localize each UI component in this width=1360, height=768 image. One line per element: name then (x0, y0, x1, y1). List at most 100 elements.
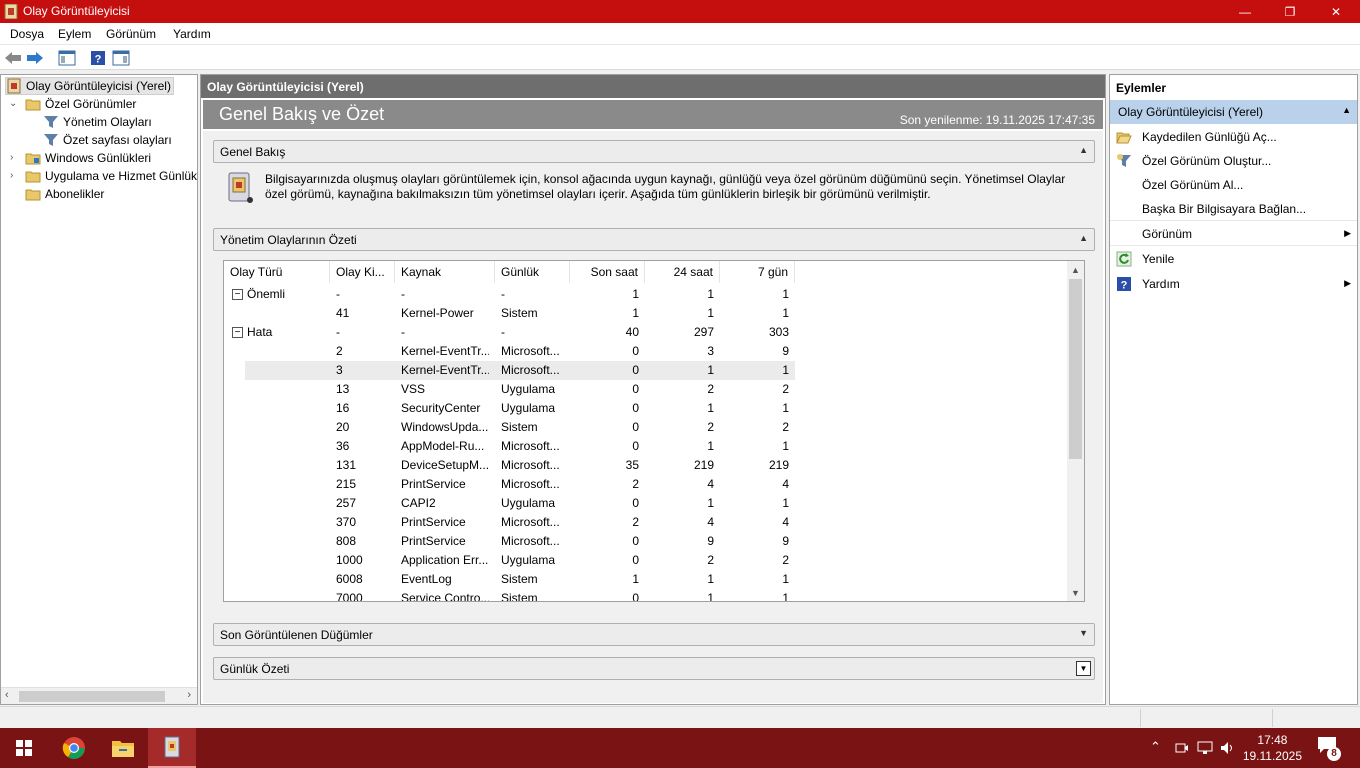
expand-caret-icon[interactable]: ▼ (1079, 628, 1088, 638)
show-tree-button[interactable] (57, 48, 77, 68)
camera-icon[interactable] (1175, 741, 1189, 755)
table-row[interactable]: 370 PrintService Microsoft... 2 4 4 (224, 513, 795, 532)
taskbar-file-explorer[interactable] (99, 728, 147, 768)
table-cell-type (247, 437, 327, 456)
section-title: Yönetim Olaylarının Özeti (220, 232, 357, 247)
tree-item-subscriptions[interactable]: Abonelikler (25, 185, 104, 203)
menu-dosya[interactable]: Dosya (10, 27, 44, 41)
table-cell-source: PrintService (401, 534, 466, 548)
section-title: Genel Bakış (220, 144, 286, 159)
svg-text:?: ? (95, 54, 102, 66)
table-cell-id: 6008 (336, 572, 363, 586)
taskbar-clock[interactable]: 17:48 19.11.2025 (1243, 732, 1302, 764)
action-view-submenu[interactable]: Görünüm ▶ (1110, 222, 1357, 246)
column-header[interactable]: Olay Türü (224, 261, 330, 283)
table-row[interactable]: 6008 EventLog Sistem 1 1 1 (224, 570, 795, 589)
menu-gorunum[interactable]: Görünüm (106, 27, 156, 41)
table-row[interactable]: 257 CAPI2 Uygulama 0 1 1 (224, 494, 795, 513)
action-open-saved-log[interactable]: Kaydedilen Günlüğü Aç... (1110, 125, 1357, 149)
menu-yardim[interactable]: Yardım (173, 27, 211, 41)
collapse-caret-icon[interactable]: ▲ (1342, 105, 1351, 115)
submenu-arrow-icon: ▶ (1344, 228, 1351, 238)
close-button[interactable]: ✕ (1313, 0, 1359, 23)
column-header[interactable]: Son saat (570, 261, 645, 283)
collapse-caret-icon[interactable]: ▲ (1079, 145, 1088, 155)
expand-chevron-icon[interactable]: › (10, 152, 13, 163)
maximize-button[interactable]: ❐ (1267, 0, 1313, 23)
table-cell-id: 7000 (336, 591, 363, 602)
tree-item-summary-events[interactable]: Özet sayfası olayları (43, 131, 172, 149)
volume-icon[interactable] (1220, 741, 1236, 755)
log-summary-section-header[interactable]: Günlük Özeti ▼ (213, 657, 1095, 680)
minimize-button[interactable]: — (1222, 0, 1268, 23)
scroll-right-icon[interactable]: › (187, 689, 191, 701)
scroll-thumb[interactable] (1069, 279, 1082, 459)
start-button[interactable] (0, 728, 48, 768)
table-row[interactable]: 41 Kernel-Power Sistem 1 1 1 (224, 304, 795, 323)
scroll-down-icon[interactable]: ▼ (1067, 584, 1084, 601)
table-cell-type (247, 418, 327, 437)
summary-section-header[interactable]: Yönetim Olaylarının Özeti ▲ (213, 228, 1095, 251)
status-bar (0, 706, 1360, 728)
table-row[interactable]: 20 WindowsUpda... Sistem 0 2 2 (224, 418, 795, 437)
table-group-row[interactable]: − Önemli - - - 1 1 1 (224, 285, 795, 304)
action-refresh[interactable]: Yenile (1110, 247, 1357, 271)
action-import-custom-view[interactable]: Özel Görünüm Al... (1110, 173, 1357, 197)
collapse-group-icon[interactable]: − (232, 327, 243, 338)
table-row[interactable]: 16 SecurityCenter Uygulama 0 1 1 (224, 399, 795, 418)
help-icon: ? (1117, 277, 1131, 292)
back-button[interactable] (3, 48, 23, 68)
column-header[interactable]: Olay Ki... (330, 261, 395, 283)
collapse-chevron-icon[interactable]: ⌄ (9, 98, 17, 109)
actions-section-header[interactable]: Olay Görüntüleyicisi (Yerel) ▲ (1110, 100, 1357, 124)
table-row[interactable]: 3 Kernel-EventTr... Microsoft... 0 1 1 (224, 361, 795, 380)
scroll-left-icon[interactable]: ‹ (5, 689, 9, 701)
network-icon[interactable] (1197, 741, 1213, 755)
tree-item-root[interactable]: Olay Görüntüleyicisi (Yerel) (5, 77, 174, 95)
taskbar-chrome[interactable] (50, 728, 98, 768)
filter-icon (44, 134, 58, 146)
back-arrow-icon (5, 52, 21, 64)
expand-caret-icon[interactable]: ▼ (1076, 661, 1091, 676)
tree-item-admin-events[interactable]: Yönetim Olayları (43, 113, 152, 131)
column-header[interactable]: 24 saat (645, 261, 720, 283)
table-group-row[interactable]: − Hata - - - 40 297 303 (224, 323, 795, 342)
action-connect-computer[interactable]: Başka Bir Bilgisayara Bağlan... (1110, 197, 1357, 221)
expand-chevron-icon[interactable]: › (10, 170, 13, 181)
column-header[interactable]: Kaynak (395, 261, 495, 283)
show-action-pane-button[interactable] (111, 48, 131, 68)
table-row[interactable]: 131 DeviceSetupM... Microsoft... 35 219 219 (224, 456, 795, 475)
tree-item-windows-logs[interactable]: Windows Günlükleri (25, 149, 151, 167)
scroll-up-icon[interactable]: ▲ (1067, 261, 1084, 278)
refresh-icon (1116, 251, 1132, 267)
table-row[interactable]: 13 VSS Uygulama 0 2 2 (224, 380, 795, 399)
table-row[interactable]: 2 Kernel-EventTr... Microsoft... 0 3 9 (224, 342, 795, 361)
column-header[interactable]: 7 gün (720, 261, 795, 283)
overview-section-header[interactable]: Genel Bakış ▲ (213, 140, 1095, 163)
scroll-thumb[interactable] (19, 691, 165, 702)
tree-item-app-service-logs[interactable]: Uygulama ve Hizmet Günlük (25, 167, 197, 185)
table-row[interactable]: 808 PrintService Microsoft... 0 9 9 (224, 532, 795, 551)
collapse-group-icon[interactable]: − (232, 289, 243, 300)
menu-eylem[interactable]: Eylem (58, 27, 91, 41)
chevron-up-icon[interactable]: ⌃ (1150, 739, 1161, 755)
notification-center-button[interactable]: 8 (1317, 736, 1343, 761)
table-row[interactable]: 36 AppModel-Ru... Microsoft... 0 1 1 (224, 437, 795, 456)
help-button[interactable]: ? (88, 48, 108, 68)
table-row[interactable]: 1000 Application Err... Uygulama 0 2 2 (224, 551, 795, 570)
action-create-custom-view[interactable]: Özel Görünüm Oluştur... (1110, 149, 1357, 173)
taskbar-event-viewer[interactable] (148, 728, 196, 768)
table-row[interactable]: 7000 Service Contro... Sistem 0 1 1 (224, 589, 795, 602)
console-tree-icon (58, 50, 76, 66)
forward-button[interactable] (25, 48, 45, 68)
action-help-submenu[interactable]: ? Yardım ▶ (1110, 272, 1357, 296)
table-vertical-scrollbar[interactable]: ▲ ▼ (1067, 261, 1084, 601)
tree-item-label: Özel Görünümler (45, 97, 137, 111)
tree-item-custom-views[interactable]: Özel Görünümler (25, 95, 136, 113)
table-row[interactable]: 215 PrintService Microsoft... 2 4 4 (224, 475, 795, 494)
tree-horizontal-scrollbar[interactable]: ‹ › (1, 687, 197, 704)
column-header[interactable]: Günlük (495, 261, 570, 283)
recent-nodes-section-header[interactable]: Son Görüntülenen Düğümler ▼ (213, 623, 1095, 646)
collapse-caret-icon[interactable]: ▲ (1079, 233, 1088, 243)
center-scroll-area: Genel Bakış ▲ Bilgisayarınızda oluşmuş o… (203, 131, 1103, 703)
